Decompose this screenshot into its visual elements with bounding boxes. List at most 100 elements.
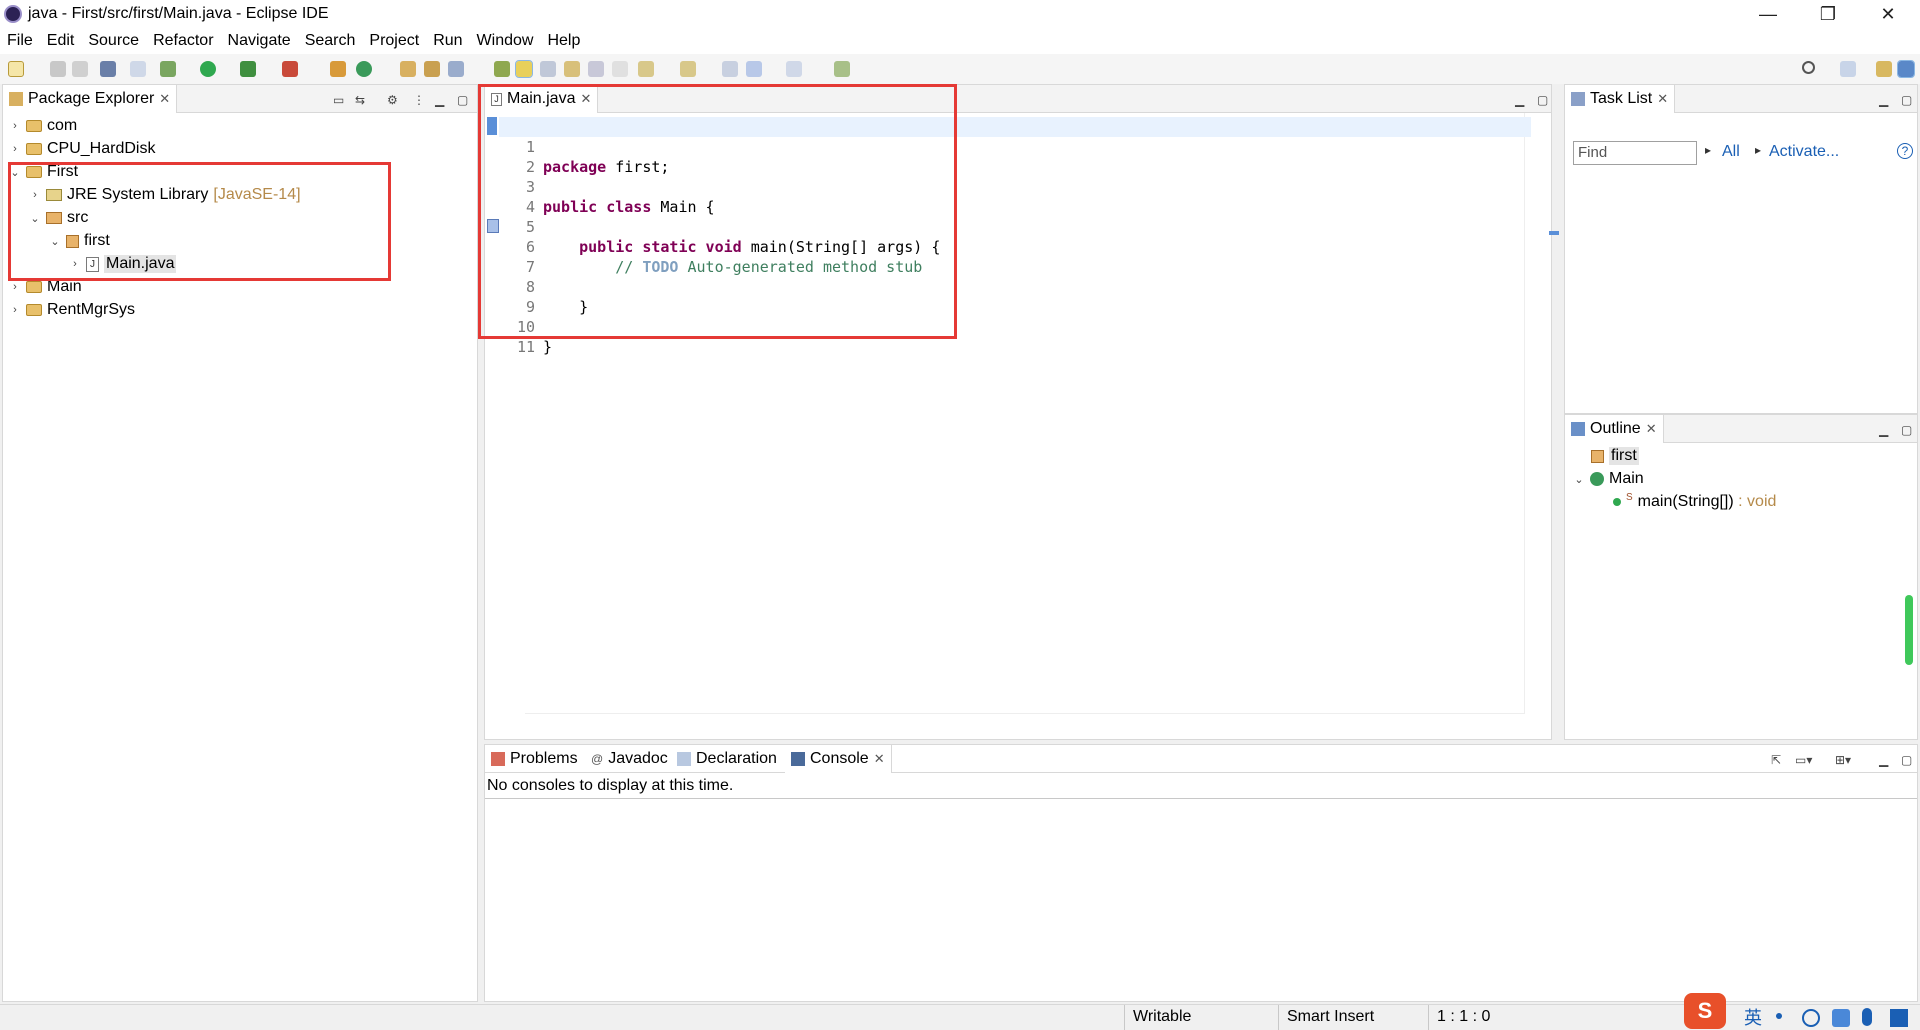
pin-editor-icon[interactable] bbox=[834, 61, 850, 77]
terminal-icon[interactable] bbox=[100, 61, 116, 77]
maximize-view-icon[interactable]: ▢ bbox=[457, 93, 468, 107]
tab-javadoc[interactable]: @ Javadoc bbox=[585, 745, 674, 773]
block-selection-icon[interactable] bbox=[540, 61, 556, 77]
find-input[interactable]: Find bbox=[1573, 141, 1697, 165]
close-button[interactable]: ✕ bbox=[1860, 0, 1916, 30]
chevron-right-icon[interactable]: › bbox=[9, 304, 21, 316]
close-icon[interactable]: ✕ bbox=[1657, 91, 1668, 107]
tab-task-list[interactable]: Task List ✕ bbox=[1565, 85, 1676, 113]
maximize-view-icon[interactable]: ▢ bbox=[1901, 93, 1912, 107]
pin-console-icon[interactable]: ⇱ bbox=[1771, 753, 1781, 767]
chevron-right-icon[interactable]: › bbox=[9, 281, 21, 293]
outline-item-method[interactable]: S main(String[]) : void bbox=[1613, 491, 1776, 513]
save-all-icon[interactable] bbox=[72, 61, 88, 77]
tree-item-first-project[interactable]: ⌄ First bbox=[9, 161, 78, 183]
toggle-mark-occurrences-icon[interactable] bbox=[494, 61, 510, 77]
menu-search[interactable]: Search bbox=[298, 30, 363, 54]
display-console-icon[interactable]: ▭▾ bbox=[1795, 753, 1812, 767]
coverage-icon[interactable] bbox=[240, 61, 256, 77]
tab-problems[interactable]: Problems bbox=[485, 745, 584, 773]
maximize-view-icon[interactable]: ▢ bbox=[1901, 753, 1912, 767]
close-icon[interactable]: ✕ bbox=[159, 91, 170, 107]
tree-item-main-java[interactable]: › J Main.java bbox=[69, 253, 177, 275]
menu-edit[interactable]: Edit bbox=[40, 30, 82, 54]
open-type-icon[interactable] bbox=[400, 61, 416, 77]
collapse-icon[interactable] bbox=[588, 61, 604, 77]
menu-navigate[interactable]: Navigate bbox=[221, 30, 298, 54]
next-annotation-icon[interactable] bbox=[638, 61, 654, 77]
tree-item-main-project[interactable]: › Main bbox=[9, 276, 82, 298]
minimize-view-icon[interactable]: ▁ bbox=[1879, 753, 1888, 767]
code-editor[interactable]: 1 package first; 2 3 public class Main {… bbox=[485, 113, 1559, 739]
tab-main-java[interactable]: J Main.java ✕ bbox=[485, 85, 599, 113]
all-filter-link[interactable]: All bbox=[1722, 143, 1740, 161]
menu-window[interactable]: Window bbox=[470, 30, 541, 54]
outline-item-package[interactable]: first bbox=[1591, 445, 1639, 467]
back-icon[interactable] bbox=[746, 61, 762, 77]
handwriting-icon[interactable] bbox=[1832, 1009, 1850, 1027]
close-icon[interactable]: ✕ bbox=[874, 751, 885, 767]
chevron-down-icon[interactable]: ⌄ bbox=[9, 166, 21, 179]
forward-icon[interactable] bbox=[786, 61, 802, 77]
resource-perspective-icon[interactable] bbox=[1876, 61, 1892, 77]
save-icon[interactable] bbox=[50, 61, 66, 77]
link-with-editor-icon[interactable]: ⇆ bbox=[355, 93, 365, 107]
open-resource-icon[interactable] bbox=[424, 61, 440, 77]
show-whitespace-icon[interactable] bbox=[564, 61, 580, 77]
punctuation-icon[interactable] bbox=[1776, 1013, 1782, 1019]
chevron-right-icon[interactable]: › bbox=[69, 258, 81, 270]
menu-run[interactable]: Run bbox=[426, 30, 469, 54]
help-icon[interactable]: ? bbox=[1897, 143, 1913, 159]
minimize-button[interactable]: — bbox=[1740, 0, 1796, 30]
tab-outline[interactable]: Outline ✕ bbox=[1565, 415, 1664, 443]
toolbox-icon[interactable] bbox=[1890, 1009, 1908, 1027]
pilcrow-icon[interactable] bbox=[612, 61, 628, 77]
close-icon[interactable]: ✕ bbox=[580, 91, 591, 107]
tab-console[interactable]: Console ✕ bbox=[785, 745, 892, 773]
minimize-view-icon[interactable]: ▁ bbox=[1879, 93, 1888, 107]
filter-icon[interactable]: ⚙ bbox=[387, 93, 398, 107]
outline-item-class[interactable]: ⌄ Main bbox=[1573, 468, 1643, 490]
chevron-down-icon[interactable]: ⌄ bbox=[49, 235, 61, 248]
minimize-view-icon[interactable]: ▁ bbox=[1515, 93, 1524, 107]
chevron-right-icon[interactable]: › bbox=[9, 120, 21, 132]
debug-icon[interactable] bbox=[160, 61, 176, 77]
chevron-down-icon[interactable]: ⌄ bbox=[1573, 473, 1585, 486]
minimize-view-icon[interactable]: ▁ bbox=[1879, 423, 1888, 437]
tree-item-cpu-harddisk[interactable]: › CPU_HardDisk bbox=[9, 138, 155, 160]
search-icon[interactable] bbox=[1802, 61, 1815, 74]
chevron-right-icon[interactable]: › bbox=[29, 189, 41, 201]
run-icon[interactable] bbox=[200, 61, 216, 77]
sogou-ime-logo-icon[interactable]: S bbox=[1684, 993, 1726, 1029]
new-file-icon[interactable] bbox=[8, 61, 24, 77]
tree-item-src[interactable]: ⌄ src bbox=[29, 207, 88, 229]
search-tool-icon[interactable] bbox=[448, 61, 464, 77]
menu-project[interactable]: Project bbox=[362, 30, 426, 54]
toggle-word-wrap-icon[interactable] bbox=[515, 60, 533, 78]
maximize-view-icon[interactable]: ▢ bbox=[1537, 93, 1548, 107]
tree-item-rentmgrsys[interactable]: › RentMgrSys bbox=[9, 299, 135, 321]
open-console-icon[interactable]: ⊞▾ bbox=[1835, 753, 1851, 767]
code-area[interactable]: 1 package first; 2 3 public class Main {… bbox=[499, 113, 1531, 719]
emoji-icon[interactable] bbox=[1802, 1009, 1820, 1027]
view-menu-icon[interactable]: ⋮ bbox=[413, 93, 425, 107]
last-edit-icon[interactable] bbox=[722, 61, 738, 77]
menu-refactor[interactable]: Refactor bbox=[146, 30, 220, 54]
microphone-icon[interactable] bbox=[1862, 1008, 1872, 1026]
previous-annotation-icon[interactable] bbox=[680, 61, 696, 77]
activate-link[interactable]: Activate... bbox=[1769, 143, 1839, 161]
collapse-all-icon[interactable]: ▭ bbox=[333, 93, 344, 107]
tab-package-explorer[interactable]: Package Explorer ✕ bbox=[3, 85, 178, 113]
skip-breakpoints-icon[interactable] bbox=[130, 61, 146, 77]
tree-item-first-package[interactable]: ⌄ first bbox=[49, 230, 109, 252]
menu-file[interactable]: File bbox=[0, 30, 40, 54]
tab-declaration[interactable]: Declaration bbox=[671, 745, 783, 773]
external-tools-icon[interactable] bbox=[282, 61, 298, 77]
close-icon[interactable]: ✕ bbox=[1646, 421, 1657, 437]
open-perspective-icon[interactable] bbox=[1840, 61, 1856, 77]
java-perspective-icon[interactable] bbox=[1897, 60, 1915, 78]
ime-language-toggle[interactable]: 英 bbox=[1744, 1005, 1762, 1030]
menu-source[interactable]: Source bbox=[81, 30, 146, 54]
tree-item-com[interactable]: › com bbox=[9, 115, 77, 137]
restore-button[interactable]: ❐ bbox=[1800, 0, 1856, 30]
